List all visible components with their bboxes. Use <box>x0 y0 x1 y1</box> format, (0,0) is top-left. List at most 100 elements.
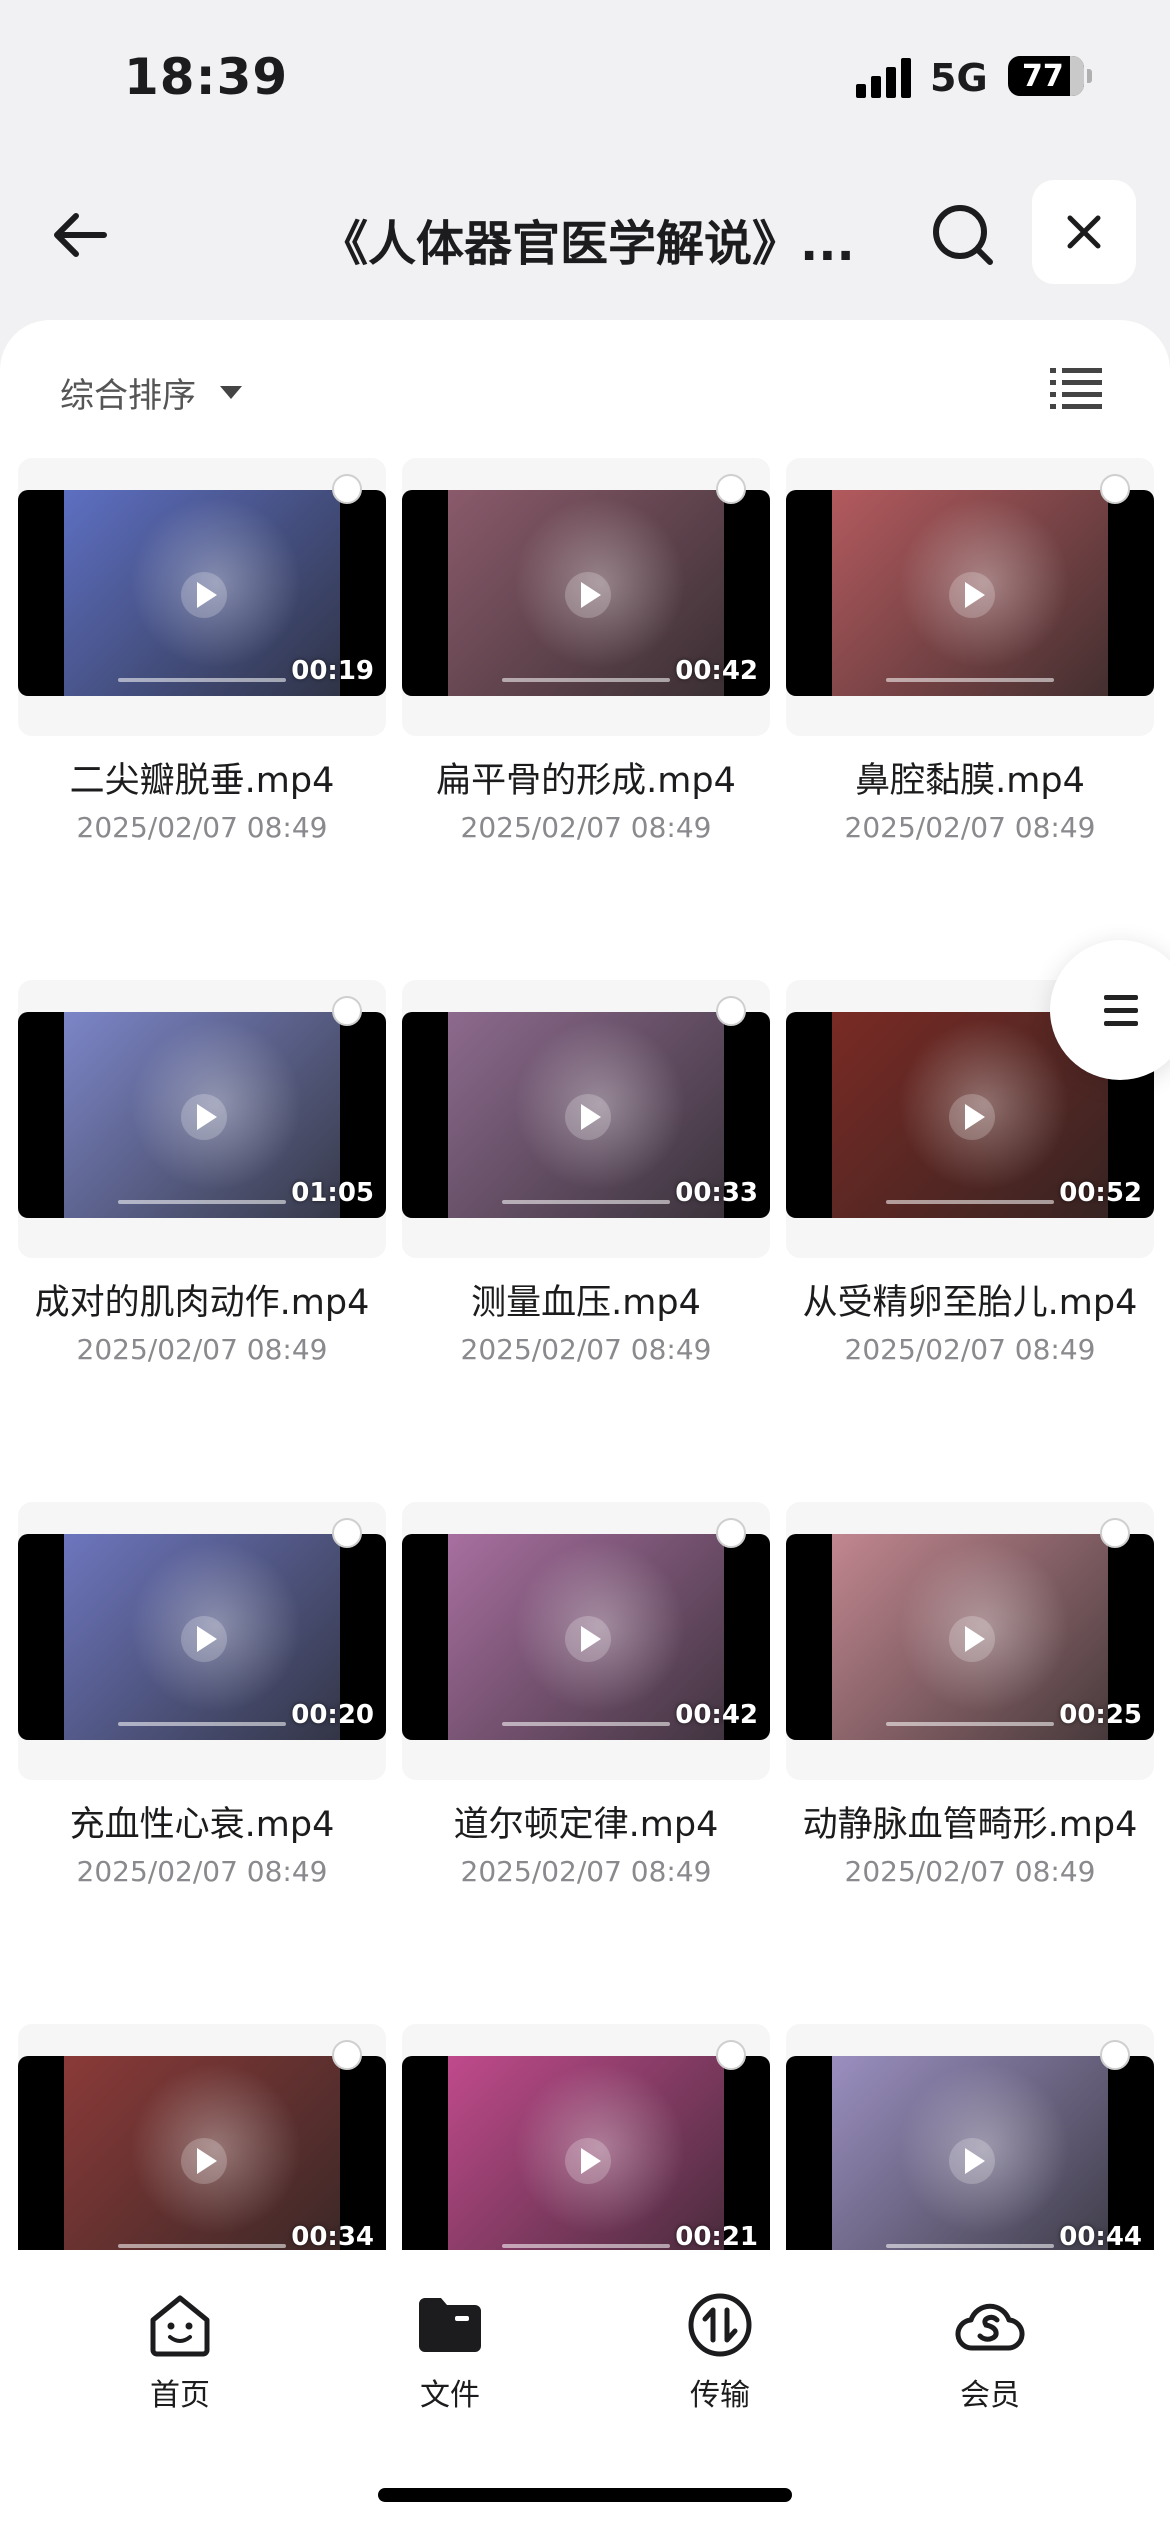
video-thumbnail[interactable]: 00:19 <box>18 490 386 696</box>
home-indicator <box>378 2488 792 2502</box>
video-thumbnail[interactable]: 01:05 <box>18 1012 386 1218</box>
select-checkbox[interactable] <box>1100 474 1130 504</box>
tab-home[interactable]: 首页 <box>100 2290 260 2414</box>
subtitle-strip <box>502 2244 670 2248</box>
file-name: 充血性心衰.mp4 <box>69 1805 335 1845</box>
play-icon <box>565 1094 611 1140</box>
sort-label: 综合排序 <box>60 376 196 416</box>
file-name-block: 成对的肌肉动作.mp4 2025/02/07 08:49 <box>8 1278 396 1370</box>
back-button[interactable] <box>46 200 116 270</box>
thumbnail-frame: 00:20 <box>18 1502 386 1780</box>
folder-icon <box>415 2290 485 2360</box>
select-checkbox[interactable] <box>716 474 746 504</box>
signal-icon <box>856 58 916 98</box>
tab-files[interactable]: 文件 <box>370 2290 530 2414</box>
file-name-block: 从受精卵至胎儿.mp4 2025/02/07 08:49 <box>776 1278 1164 1370</box>
video-duration: 00:19 <box>291 656 374 686</box>
file-name: 从受精卵至胎儿.mp4 <box>802 1283 1138 1323</box>
file-date: 2025/02/07 08:49 <box>460 1855 712 1888</box>
status-time: 18:39 <box>124 48 289 106</box>
video-thumbnail[interactable]: 00:42 <box>402 1534 770 1740</box>
thumbnail-frame: 00:42 <box>402 1502 770 1780</box>
video-duration: 00:21 <box>675 2222 758 2250</box>
search-button[interactable] <box>928 200 998 270</box>
play-icon <box>565 2138 611 2184</box>
select-checkbox[interactable] <box>716 2040 746 2070</box>
subtitle-strip <box>502 1200 670 1204</box>
file-date: 2025/02/07 08:49 <box>844 1855 1096 1888</box>
subtitle-strip <box>886 1722 1054 1726</box>
thumbnail-frame: 00:42 <box>402 458 770 736</box>
file-name: 道尔顿定律.mp4 <box>453 1805 719 1845</box>
subtitle-strip <box>502 1722 670 1726</box>
select-checkbox[interactable] <box>716 996 746 1026</box>
video-thumbnail[interactable]: 00:25 <box>786 1534 1154 1740</box>
file-name: 鼻腔黏膜.mp4 <box>855 761 1085 801</box>
transfer-icon <box>685 2290 755 2360</box>
select-checkbox[interactable] <box>1100 1518 1130 1548</box>
file-date: 2025/02/07 08:49 <box>460 1333 712 1366</box>
page-title: 《人体器官医学解说》... <box>320 216 850 272</box>
file-date: 2025/02/07 08:49 <box>460 811 712 844</box>
tab-member[interactable]: 会员 <box>910 2290 1070 2414</box>
play-icon <box>565 1616 611 1662</box>
close-button[interactable] <box>1032 180 1136 284</box>
subtitle-strip <box>118 678 286 682</box>
subtitle-strip <box>886 1200 1054 1204</box>
play-icon <box>181 2138 227 2184</box>
play-icon <box>949 1616 995 1662</box>
video-thumbnail[interactable]: 00:33 <box>402 1012 770 1218</box>
select-checkbox[interactable] <box>332 474 362 504</box>
video-duration: 00:25 <box>1059 1700 1142 1730</box>
select-checkbox[interactable] <box>332 2040 362 2070</box>
search-icon <box>933 205 993 265</box>
video-thumbnail[interactable]: 00:44 <box>786 2056 1154 2250</box>
file-name-block: 测量血压.mp4 2025/02/07 08:49 <box>392 1278 780 1370</box>
file-name-block: 充血性心衰.mp4 2025/02/07 08:49 <box>8 1800 396 1892</box>
file-list-panel: 综合排序 00:19 二尖瓣脱垂.mp4 2025/02/07 08:49 00… <box>0 320 1170 2250</box>
battery-level: 77 <box>1022 58 1064 94</box>
tab-files-label: 文件 <box>420 2378 480 2413</box>
subtitle-strip <box>886 2244 1054 2248</box>
tab-home-label: 首页 <box>150 2378 210 2413</box>
file-name-block: 道尔顿定律.mp4 2025/02/07 08:49 <box>392 1800 780 1892</box>
subtitle-strip <box>118 1200 286 1204</box>
play-icon <box>565 572 611 618</box>
cloud-member-icon <box>955 2290 1025 2360</box>
subtitle-strip <box>118 2244 286 2248</box>
file-name: 扁平骨的形成.mp4 <box>436 761 736 801</box>
sort-dropdown[interactable]: 综合排序 <box>60 368 242 417</box>
video-thumbnail[interactable] <box>786 490 1154 696</box>
file-date: 2025/02/07 08:49 <box>76 1333 328 1366</box>
select-checkbox[interactable] <box>1100 2040 1130 2070</box>
status-bar: 18:39 5G 77 <box>0 0 1170 150</box>
video-thumbnail[interactable]: 00:21 <box>402 2056 770 2250</box>
close-icon <box>1067 215 1101 249</box>
file-name-block: 鼻腔黏膜.mp4 2025/02/07 08:49 <box>776 756 1164 848</box>
video-duration: 00:20 <box>291 1700 374 1730</box>
list-view-toggle[interactable] <box>1050 366 1102 410</box>
select-checkbox[interactable] <box>332 1518 362 1548</box>
file-name-block: 动静脉血管畸形.mp4 2025/02/07 08:49 <box>776 1800 1164 1892</box>
network-type: 5G <box>930 56 988 100</box>
video-duration: 00:52 <box>1059 1178 1142 1208</box>
thumbnail-frame: 00:33 <box>402 980 770 1258</box>
play-icon <box>949 2138 995 2184</box>
tab-transfer[interactable]: 传输 <box>640 2290 800 2414</box>
file-name-block: 扁平骨的形成.mp4 2025/02/07 08:49 <box>392 756 780 848</box>
file-date: 2025/02/07 08:49 <box>76 811 328 844</box>
select-checkbox[interactable] <box>716 1518 746 1548</box>
thumbnail-frame: 00:21 <box>402 2024 770 2250</box>
video-duration: 00:42 <box>675 1700 758 1730</box>
header: 《人体器官医学解说》... <box>0 170 1170 300</box>
file-name: 测量血压.mp4 <box>471 1283 701 1323</box>
video-thumbnail[interactable]: 00:42 <box>402 490 770 696</box>
file-date: 2025/02/07 08:49 <box>76 1855 328 1888</box>
select-checkbox[interactable] <box>332 996 362 1026</box>
video-thumbnail[interactable]: 00:20 <box>18 1534 386 1740</box>
file-date: 2025/02/07 08:49 <box>844 811 1096 844</box>
play-icon <box>949 1094 995 1140</box>
play-icon <box>181 1094 227 1140</box>
tab-transfer-label: 传输 <box>690 2378 750 2413</box>
video-thumbnail[interactable]: 00:34 <box>18 2056 386 2250</box>
